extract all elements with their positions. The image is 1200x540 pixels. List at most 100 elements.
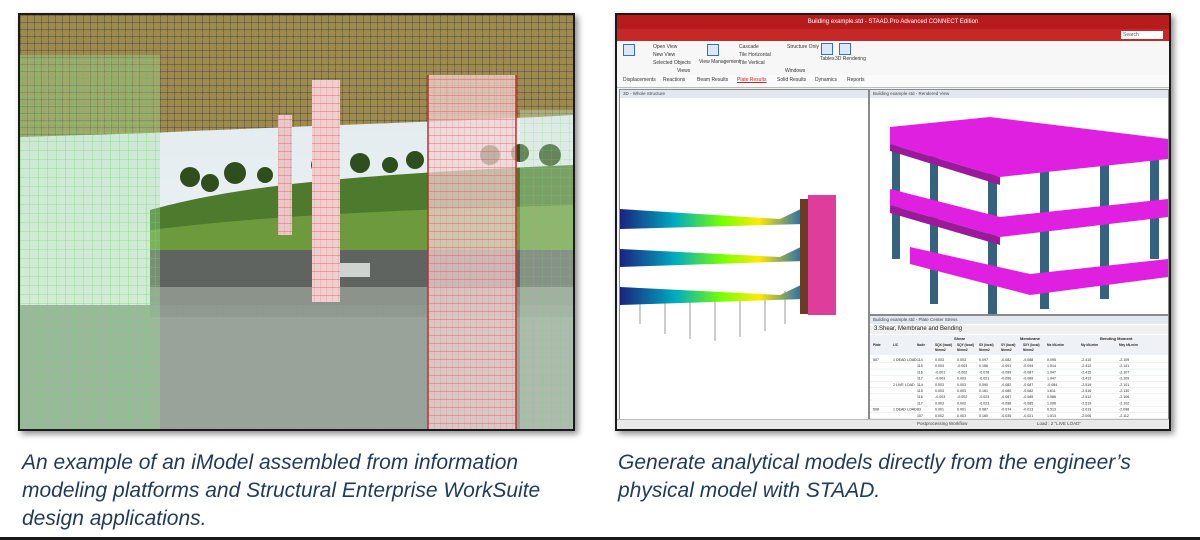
view-management-button[interactable]: View Management [699, 59, 740, 65]
tab-reactions[interactable]: Reactions [663, 77, 685, 83]
ribbon-group-windows: Windows [785, 68, 806, 74]
table-cell: -2.109 [1119, 377, 1129, 381]
table-cell: 1.047 [1047, 377, 1056, 381]
table-cell: 508 [873, 408, 879, 412]
open-view-button[interactable]: Open View [653, 44, 677, 50]
table-cell: -0.098 [1001, 401, 1011, 405]
tables-icon[interactable] [821, 43, 833, 55]
column-header: L/C [893, 343, 899, 347]
table-cell: -2.415 [1081, 370, 1091, 374]
view-management-icon[interactable] [707, 44, 719, 56]
table-cell: 0.986 [1047, 395, 1056, 399]
column-header: N/mm2 [979, 348, 990, 352]
table-cell: -0.082 [1023, 389, 1033, 393]
tab-beam-results[interactable]: Beam Results [697, 77, 728, 83]
column-header: Mx kN-m/m [1047, 343, 1064, 347]
rendered-view[interactable]: Building example.std - Rendered View [869, 89, 1169, 315]
caption-line: Generate analytical models directly from… [618, 451, 1131, 474]
stress-contour-model [620, 195, 836, 341]
table-cell: -0.023 [979, 401, 989, 405]
column-header: N/mm2 [935, 348, 946, 352]
3d-rendering-button[interactable]: 3D Rendering [835, 56, 866, 62]
table-cell: 0.001 [935, 408, 944, 412]
table-cell: -0.021 [979, 377, 989, 381]
table-cell: -2.109 [1119, 358, 1129, 362]
tab-reports[interactable]: Reports [847, 77, 865, 83]
table-cell: -0.099 [1001, 370, 1011, 374]
table-cell: -0.091 [1001, 364, 1011, 368]
rendering-icon[interactable] [839, 43, 851, 55]
table-cell: 116 [917, 395, 923, 399]
table-cell: -2.410 [1081, 358, 1091, 362]
table-cell: -0.094 [1023, 364, 1033, 368]
table-cell: -0.082 [1001, 383, 1011, 387]
column-header: N/mm2 [957, 348, 968, 352]
status-workflow: Postprocessing Workflow [917, 421, 968, 426]
table-cell: 117 [917, 401, 923, 405]
pane-title: 3D - Whole Structure [620, 90, 868, 98]
table-cell: -2.412 [1081, 364, 1091, 368]
imodel-illustration [20, 15, 573, 429]
tab-displacements[interactable]: Displacements [623, 77, 656, 83]
table-cell: 0.001 [957, 408, 966, 412]
table-cell: 114 [917, 383, 923, 387]
table-cell: 0.160 [979, 414, 988, 418]
table-cell: -0.023 [979, 395, 989, 399]
table-cell: -2.519 [1081, 383, 1091, 387]
table-cell: 114 [917, 358, 923, 362]
cascade-button[interactable]: Cascade [739, 44, 759, 50]
selected-objects-button[interactable]: Selected Objects [653, 60, 691, 66]
search-input[interactable]: Search [1121, 31, 1163, 39]
new-view-button[interactable]: New View [653, 52, 675, 58]
tab-plate-results[interactable]: Plate Results [737, 77, 766, 83]
tab-solid-results[interactable]: Solid Results [777, 77, 806, 83]
table-cell: 1.047 [1047, 370, 1056, 374]
table-cell: -0.002 [957, 370, 967, 374]
table-cell: -0.084 [1047, 383, 1057, 387]
open-view-icon[interactable] [623, 44, 635, 56]
caption-line: physical model with STAAD. [618, 479, 881, 502]
column-header: N/mm2 [1023, 348, 1034, 352]
ribbon: Open View New View Selected Objects View… [617, 41, 1169, 76]
plate-stress-table-window[interactable]: Building example.std - Plate Center Stre… [869, 315, 1169, 421]
column-header: Node [917, 343, 925, 347]
tab-dynamics[interactable]: Dynamics [815, 77, 837, 83]
table-cell: 117 [917, 377, 923, 381]
table-cell: 0.003 [957, 389, 966, 393]
table-cell: -2.006 [1081, 414, 1091, 418]
tile-horizontal-button[interactable]: Tile Horizontal [739, 52, 771, 58]
pane-title: Building example.std - Rendered View [870, 90, 1168, 98]
structure-only-button[interactable]: Structure Only [787, 44, 819, 50]
table-cell: 0.002 [957, 401, 966, 405]
table-cell: 0.090 [979, 383, 988, 387]
tile-vertical-button[interactable]: Tile Vertical [739, 60, 765, 66]
table-cell: -2.519 [1081, 401, 1091, 405]
column-header: SQY (local) [957, 343, 974, 347]
table-cell: -2.101 [1119, 383, 1129, 387]
table-cell: -0.013 [1023, 408, 1033, 412]
table-cell: 0.513 [1047, 408, 1056, 412]
table-cell: -0.088 [1023, 358, 1033, 362]
table-cell: 0.003 [935, 358, 944, 362]
group-header: Bending Moment [1100, 336, 1133, 341]
column-header: SX (local) [979, 343, 994, 347]
table-tab[interactable]: 3.Shear, Membrane and Bending [870, 325, 1168, 334]
table-cell: -0.074 [1001, 408, 1011, 412]
table-cell: 116 [917, 370, 923, 374]
table-cell: -2.141 [1119, 364, 1129, 368]
table-cell: -0.035 [1001, 414, 1011, 418]
column-header: My kN-m/m [1081, 343, 1098, 347]
table-cell: -0.080 [1001, 389, 1011, 393]
table-cell: -0.001 [935, 370, 945, 374]
ribbon-group-views: Views [677, 68, 691, 74]
column-header: Mxy kN-m/m [1119, 343, 1138, 347]
table-cell: -0.002 [957, 395, 967, 399]
imodel-image [18, 13, 575, 431]
staad-screenshot: Building example.std - STAAD.Pro Advance… [615, 13, 1171, 431]
table-cell: 0.097 [979, 358, 988, 362]
table-cell: 0.003 [957, 414, 966, 418]
column-header: SXY (local) [1023, 343, 1040, 347]
table-cell: -0.089 [1023, 377, 1033, 381]
tables-button[interactable]: Tables [820, 56, 834, 62]
whole-structure-view[interactable]: 3D - Whole Structure [619, 89, 869, 421]
